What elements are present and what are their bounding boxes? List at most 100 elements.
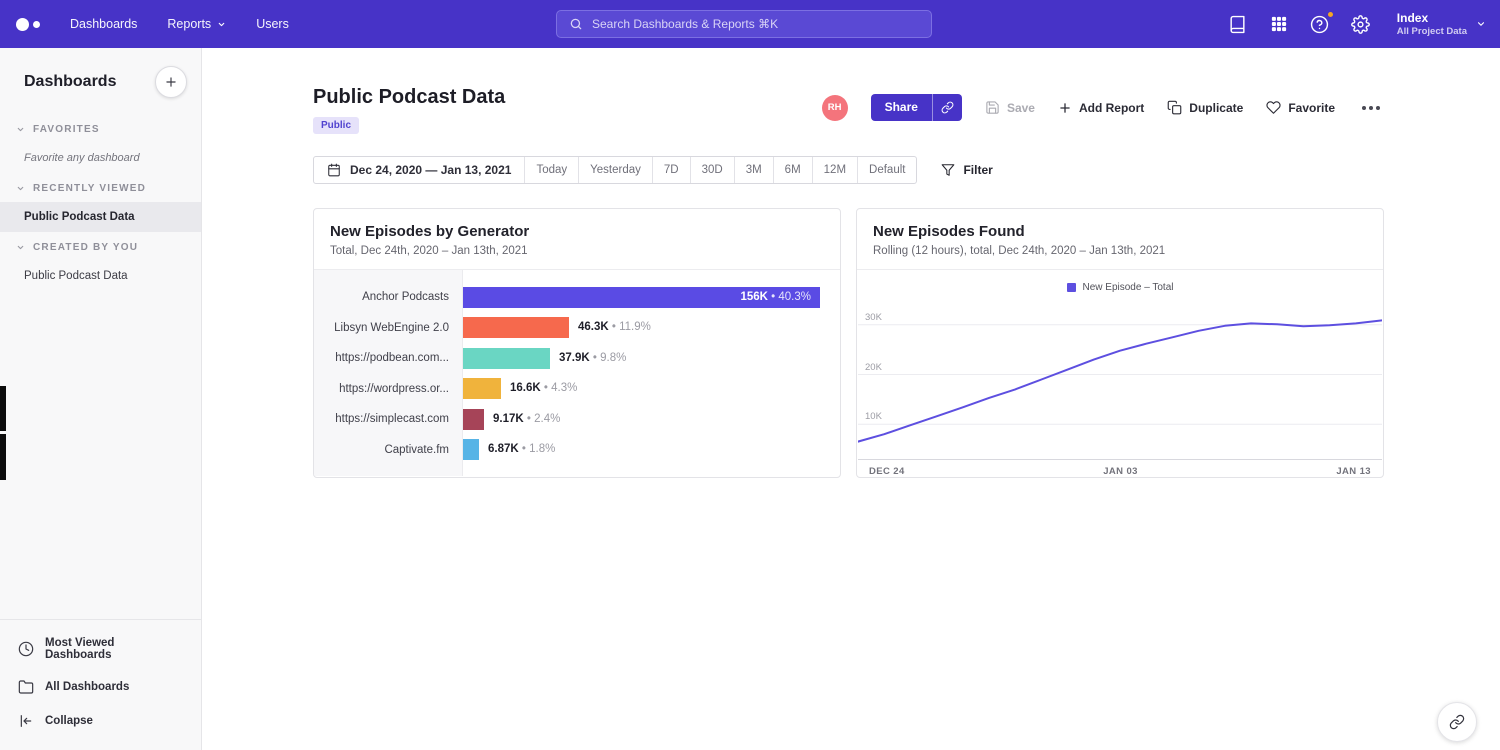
- logo-dot-small: [33, 21, 40, 28]
- bar-segment[interactable]: [463, 378, 501, 399]
- global-search-input[interactable]: Search Dashboards & Reports ⌘K: [556, 10, 932, 38]
- card-header: New Episodes by Generator Total, Dec 24t…: [314, 209, 840, 270]
- duplicate-label: Duplicate: [1189, 101, 1243, 115]
- bar-segment[interactable]: [463, 439, 479, 460]
- collapse-sidebar-item[interactable]: Collapse: [0, 704, 201, 738]
- date-preset-6m[interactable]: 6M: [773, 157, 812, 183]
- share-link-fab[interactable]: [1437, 702, 1477, 742]
- date-preset-7d[interactable]: 7D: [652, 157, 690, 183]
- section-favorites[interactable]: FAVORITES: [0, 114, 201, 143]
- plus-icon: [1058, 101, 1072, 115]
- sidebar-item-public-podcast-data-recent[interactable]: Public Podcast Data: [0, 202, 201, 232]
- date-preset-default[interactable]: Default: [857, 157, 916, 183]
- chevron-down-icon: [217, 20, 226, 29]
- bar-row: https://podbean.com...37.9K • 9.8%: [314, 343, 840, 374]
- workspace-name: Index: [1397, 11, 1467, 26]
- help-icon[interactable]: [1309, 13, 1331, 35]
- save-button[interactable]: Save: [985, 100, 1035, 115]
- footer-item-label: Collapse: [45, 715, 93, 727]
- sidebar-title: Dashboards: [24, 73, 116, 91]
- bar-track: 37.9K • 9.8%: [463, 348, 840, 369]
- bar-segment[interactable]: [463, 317, 569, 338]
- plus-icon: [164, 75, 178, 89]
- topbar-right: Index All Project Data: [1227, 0, 1486, 48]
- date-range-label: Dec 24, 2020 — Jan 13, 2021: [350, 163, 511, 177]
- legend-label: New Episode – Total: [1083, 282, 1174, 293]
- topbar-left: Dashboards Reports Users: [0, 17, 289, 31]
- bar-segment[interactable]: [463, 409, 484, 430]
- nav-users[interactable]: Users: [256, 17, 289, 31]
- sidebar-footer: Most Viewed Dashboards All Dashboards Co…: [0, 619, 201, 750]
- bar-category-label: Libsyn WebEngine 2.0: [314, 322, 463, 334]
- settings-gear-icon[interactable]: [1350, 13, 1372, 35]
- calendar-icon: [327, 163, 341, 177]
- screen-edge-artifact: [0, 434, 6, 480]
- date-preset-3m[interactable]: 3M: [734, 157, 773, 183]
- sidebar-spacer: [0, 291, 201, 619]
- footer-item-label: All Dashboards: [45, 681, 129, 693]
- filter-button[interactable]: Filter: [941, 163, 992, 177]
- bar-track: 6.87K • 1.8%: [463, 439, 840, 460]
- add-report-button[interactable]: Add Report: [1058, 101, 1144, 115]
- sidebar-header: Dashboards: [0, 48, 201, 114]
- chevron-down-icon: [16, 243, 25, 252]
- card-title: New Episodes by Generator: [330, 223, 824, 240]
- apps-grid-icon[interactable]: [1268, 13, 1290, 35]
- date-range-picker[interactable]: Dec 24, 2020 — Jan 13, 2021: [314, 157, 524, 183]
- save-icon: [985, 100, 1000, 115]
- mode-logo[interactable]: [16, 18, 40, 31]
- date-preset-today[interactable]: Today: [524, 157, 578, 183]
- nav-reports[interactable]: Reports: [167, 17, 226, 31]
- nav-reports-label: Reports: [167, 17, 211, 31]
- section-created-by-you[interactable]: CREATED BY YOU: [0, 232, 201, 261]
- section-label: CREATED BY YOU: [33, 242, 138, 253]
- legend-swatch: [1067, 283, 1076, 292]
- docs-book-icon[interactable]: [1227, 13, 1249, 35]
- bar-track: 46.3K • 11.9%: [463, 317, 840, 338]
- bar-value-label: 37.9K • 9.8%: [559, 348, 626, 369]
- dashboard-header-row: Public Podcast Data Public RH Share Save: [313, 86, 1384, 134]
- main-content: Public Podcast Data Public RH Share Save: [202, 48, 1500, 750]
- duplicate-button[interactable]: Duplicate: [1167, 100, 1243, 115]
- avatar[interactable]: RH: [822, 95, 848, 121]
- bar-chart-rows: Anchor Podcasts156K • 40.3% Libsyn WebEng…: [314, 282, 840, 465]
- date-range-group: Dec 24, 2020 — Jan 13, 2021 TodayYesterd…: [313, 156, 917, 184]
- bar-row: https://simplecast.com 9.17K • 2.4%: [314, 404, 840, 435]
- date-preset-12m[interactable]: 12M: [812, 157, 857, 183]
- sidebar-item-public-podcast-data-created[interactable]: Public Podcast Data: [0, 261, 201, 291]
- copy-icon: [1167, 100, 1182, 115]
- section-recently-viewed[interactable]: RECENTLY VIEWED: [0, 173, 201, 202]
- bar-category-label: https://simplecast.com: [314, 413, 463, 425]
- dashboard-actions: RH Share Save Add Report: [822, 94, 1384, 121]
- bar-category-label: Anchor Podcasts: [314, 291, 463, 303]
- share-button-group: Share: [871, 94, 962, 121]
- y-axis-tick: 20K: [865, 362, 882, 373]
- report-cards: New Episodes by Generator Total, Dec 24t…: [313, 208, 1384, 478]
- bar-track: 156K • 40.3%: [463, 287, 840, 308]
- share-button[interactable]: Share: [871, 94, 932, 121]
- folder-icon: [18, 679, 34, 695]
- date-preset-yesterday[interactable]: Yesterday: [578, 157, 652, 183]
- line-chart: New Episode – Total 10K20K30K DEC 24JAN …: [857, 270, 1383, 477]
- more-options-button[interactable]: [1358, 102, 1384, 114]
- section-label: RECENTLY VIEWED: [33, 183, 146, 194]
- new-dashboard-button[interactable]: [155, 66, 187, 98]
- bar-segment[interactable]: 156K • 40.3%: [463, 287, 820, 308]
- add-report-label: Add Report: [1079, 101, 1144, 115]
- screen-edge-artifact: [0, 386, 6, 431]
- date-preset-30d[interactable]: 30D: [690, 157, 734, 183]
- heart-icon: [1266, 100, 1281, 115]
- most-viewed-dashboards-item[interactable]: Most Viewed Dashboards: [0, 628, 201, 670]
- nav-dashboards[interactable]: Dashboards: [70, 17, 137, 31]
- bar-value-label: 9.17K • 2.4%: [493, 409, 560, 430]
- all-dashboards-item[interactable]: All Dashboards: [0, 670, 201, 704]
- line-chart-svg[interactable]: [858, 300, 1382, 460]
- share-link-button[interactable]: [932, 94, 962, 121]
- bar-segment[interactable]: [463, 348, 550, 369]
- x-axis-tick: JAN 13: [1336, 466, 1371, 477]
- card-header: New Episodes Found Rolling (12 hours), t…: [857, 209, 1383, 270]
- collapse-icon: [18, 713, 34, 729]
- workspace-switcher[interactable]: Index All Project Data: [1397, 11, 1486, 38]
- favorite-button[interactable]: Favorite: [1266, 100, 1335, 115]
- favorite-label: Favorite: [1288, 101, 1335, 115]
